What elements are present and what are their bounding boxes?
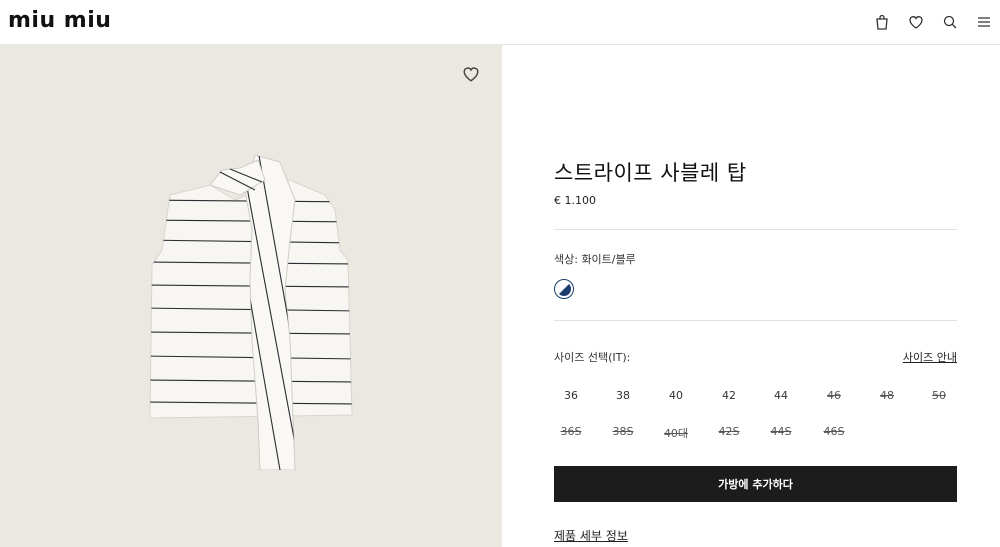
search-icon[interactable]	[940, 12, 960, 32]
color-label: 색상: 화이트/블루	[554, 253, 636, 266]
product-image	[149, 154, 353, 470]
brand-logo[interactable]: miu miu	[8, 8, 111, 34]
size-option-46s-unavailable[interactable]: 46S	[817, 425, 851, 438]
size-select-label: 사이즈 선택(IT):	[554, 351, 631, 364]
size-option-50-unavailable[interactable]: 50	[922, 389, 956, 402]
product-details-link[interactable]: 제품 세부 정보	[554, 527, 628, 544]
size-option-42[interactable]: 42	[712, 389, 746, 402]
product-price: € 1.100	[554, 194, 596, 207]
divider	[554, 320, 957, 321]
size-option-36s-unavailable[interactable]: 36S	[554, 425, 588, 438]
size-option-44s-unavailable[interactable]: 44S	[764, 425, 798, 438]
bag-icon[interactable]	[872, 12, 892, 32]
size-option-38[interactable]: 38	[606, 389, 640, 402]
size-option-38s-unavailable[interactable]: 38S	[606, 425, 640, 438]
product-image-panel	[0, 45, 502, 547]
size-option-40-tall-unavailable[interactable]: 40대	[659, 425, 693, 441]
size-option-48-unavailable[interactable]: 48	[870, 389, 904, 402]
add-to-bag-button[interactable]: 가방에 추가하다	[554, 466, 957, 502]
color-swatch-white-blue[interactable]	[554, 279, 574, 299]
site-header: miu miu	[0, 0, 1000, 45]
menu-icon[interactable]	[974, 12, 994, 32]
heart-icon[interactable]	[906, 12, 926, 32]
size-option-40[interactable]: 40	[659, 389, 693, 402]
wishlist-heart-icon[interactable]	[462, 65, 482, 85]
size-option-36[interactable]: 36	[554, 389, 588, 402]
size-option-46-unavailable[interactable]: 46	[817, 389, 851, 402]
divider	[554, 229, 957, 230]
size-guide-link[interactable]: 사이즈 안내	[903, 349, 957, 365]
header-icons	[872, 12, 994, 32]
size-option-42s-unavailable[interactable]: 42S	[712, 425, 746, 438]
product-title: 스트라이프 사블레 탑	[554, 161, 747, 185]
size-option-44[interactable]: 44	[764, 389, 798, 402]
